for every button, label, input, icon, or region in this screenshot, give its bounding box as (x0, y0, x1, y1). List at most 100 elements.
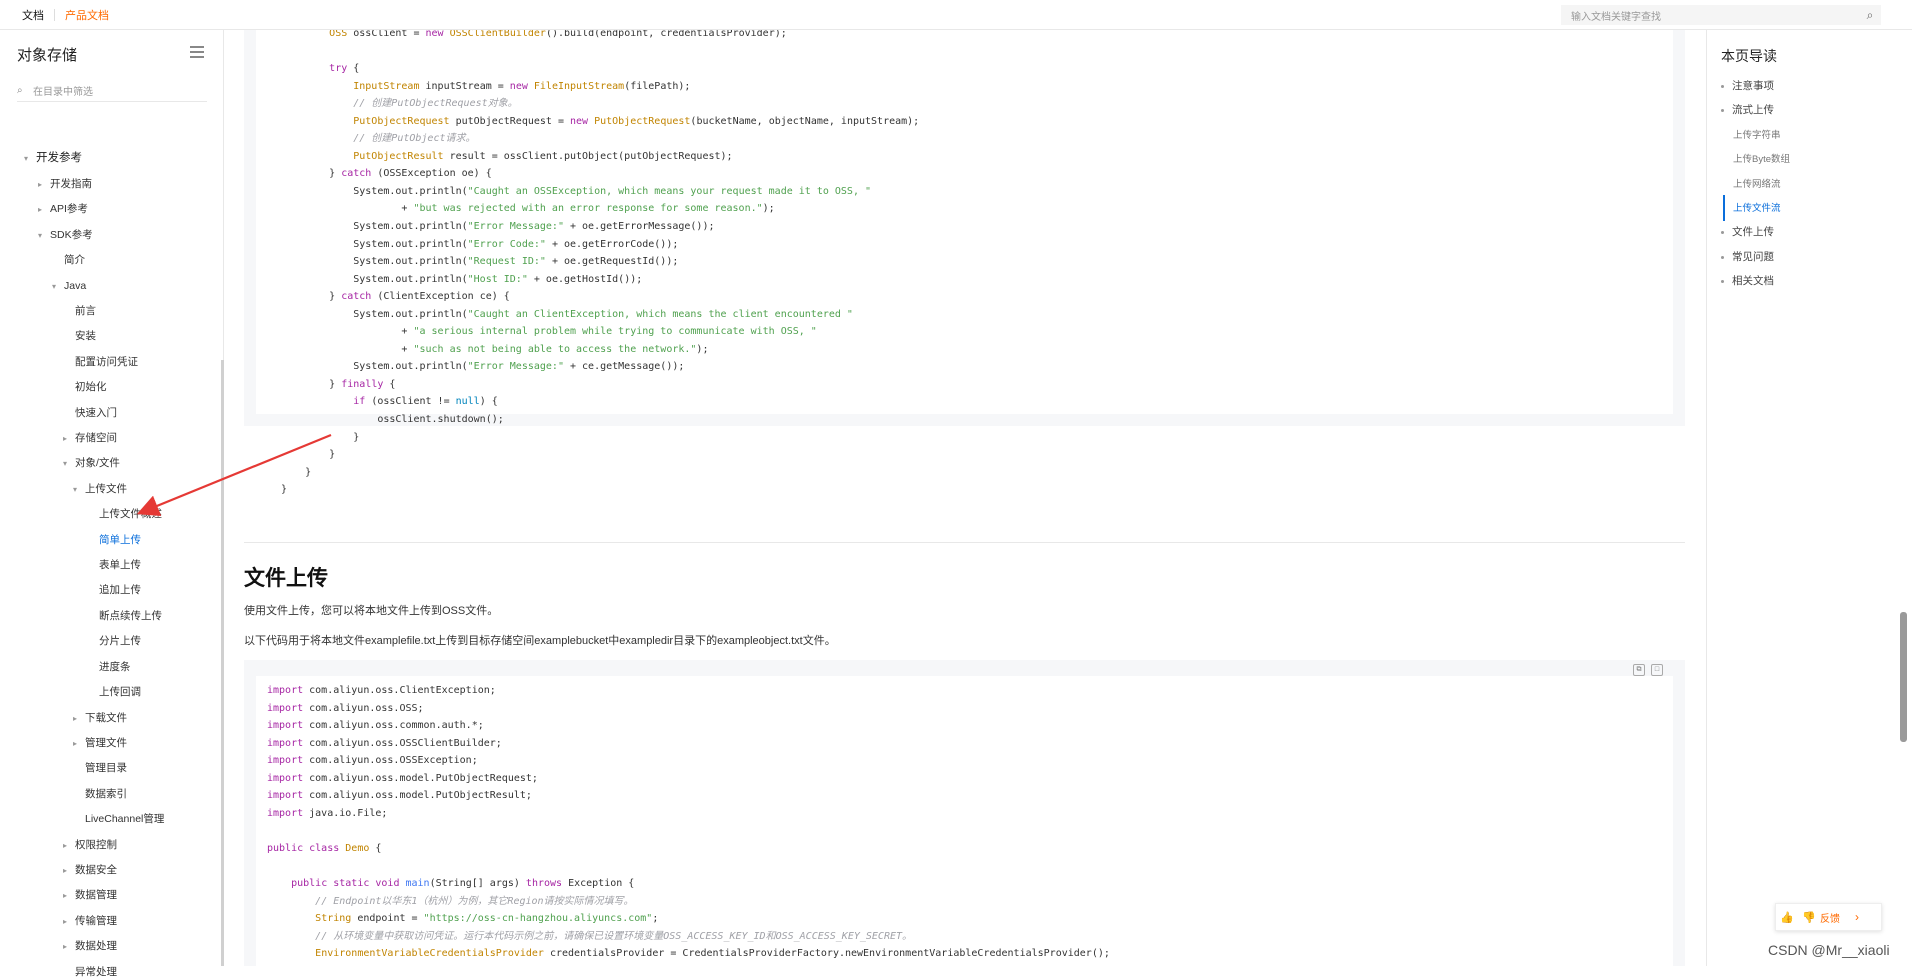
sidebar-item-label: 上传回调 (99, 686, 141, 698)
code-text[interactable]: OSS ossClient = new OSSClientBuilder().b… (281, 30, 919, 499)
sidebar-item-label: SDK参考 (50, 228, 93, 241)
caret-right-icon[interactable]: ▸ (63, 939, 75, 955)
sidebar-item[interactable]: ▾ 上传文件 (73, 481, 127, 497)
toc-item-label: 常见问题 (1732, 250, 1774, 263)
caret-right-icon[interactable]: ▸ (63, 431, 75, 447)
section-code-intro: 以下代码用于将本地文件examplefile.txt上传到目标存储空间examp… (244, 635, 836, 647)
sidebar-item[interactable]: ▸ 权限控制 (63, 837, 117, 853)
sidebar-filter-input[interactable]: ⌕ 在目录中筛选 (17, 80, 207, 102)
sidebar-item[interactable]: 简介 (52, 252, 85, 268)
bullet-icon (1721, 255, 1724, 259)
sidebar-item[interactable]: 管理目录 (73, 760, 127, 776)
toc-item[interactable]: 流式上传 (1721, 102, 1774, 117)
sidebar-item[interactable]: 分片上传 (87, 633, 141, 649)
toc-item[interactable]: 相关文档 (1721, 273, 1774, 288)
caret-down-icon[interactable]: ▾ (24, 151, 36, 167)
sidebar-item[interactable]: ▸ API参考 (38, 201, 88, 217)
caret-down-icon[interactable]: ▾ (63, 456, 75, 472)
sidebar-item[interactable]: ▸ 开发指南 (38, 176, 92, 192)
toc-item[interactable]: 上传文件流 (1733, 200, 1781, 214)
sidebar-item-label: 安装 (75, 330, 96, 343)
chevron-right-icon[interactable]: › (1848, 910, 1866, 924)
tab-docs[interactable]: 文档 (0, 7, 54, 23)
sidebar-item[interactable]: 安装 (63, 328, 96, 344)
toc-title: 本页导读 (1721, 48, 1777, 64)
thumbs-up-icon[interactable]: 👍 (1776, 911, 1798, 924)
fullscreen-icon[interactable]: □ (1651, 664, 1663, 676)
toc-item[interactable]: 常见问题 (1721, 249, 1774, 264)
sidebar-item[interactable]: 配置访问凭证 (63, 354, 138, 370)
sidebar-item[interactable]: ▸ 数据管理 (63, 887, 117, 903)
sidebar-item-label: 初始化 (75, 381, 107, 394)
caret-right-icon[interactable]: ▸ (38, 177, 50, 193)
sidebar-item[interactable]: ▸ 下载文件 (73, 710, 127, 726)
sidebar-item-label: 进度条 (99, 660, 131, 673)
sidebar-item[interactable]: 进度条 (87, 659, 131, 675)
feedback-button[interactable]: 反馈 (1820, 910, 1848, 925)
thumbs-down-icon[interactable]: 👎 (1798, 911, 1820, 924)
caret-down-icon[interactable]: ▾ (73, 482, 85, 498)
caret-right-icon[interactable]: ▸ (63, 838, 75, 854)
page-scrollbar[interactable] (1900, 612, 1907, 742)
sidebar-item[interactable]: 前言 (63, 303, 96, 319)
toc-item[interactable]: 上传字符串 (1733, 127, 1781, 141)
sidebar-item[interactable]: 初始化 (63, 379, 107, 395)
sidebar-item-label: 配置访问凭证 (75, 355, 138, 368)
sidebar-item[interactable]: LiveChannel管理 (73, 811, 164, 827)
sidebar-item[interactable]: ▸ 传输管理 (63, 913, 117, 929)
sidebar-item[interactable]: ▾ 对象/文件 (63, 455, 120, 471)
sidebar-item[interactable]: ▾ 开发参考 (24, 150, 82, 166)
sidebar-item[interactable]: 简单上传 (87, 532, 141, 548)
sidebar-item[interactable]: ▾ Java (52, 278, 86, 294)
toc-item[interactable]: 上传Byte数组 (1733, 151, 1790, 165)
copy-icon[interactable]: ⧉ (1633, 664, 1645, 676)
caret-down-icon[interactable]: ▾ (52, 279, 64, 295)
section-divider (244, 542, 1685, 543)
sidebar-item[interactable]: 数据索引 (73, 786, 127, 802)
sidebar-item-label: 表单上传 (99, 559, 141, 571)
code-text[interactable]: import com.aliyun.oss.ClientException; i… (267, 682, 1110, 963)
toc-item-label: 上传Byte数组 (1733, 154, 1791, 166)
sidebar-item[interactable]: 上传文件概述 (87, 506, 162, 522)
menu-icon[interactable] (190, 46, 204, 58)
sidebar-item[interactable]: 追加上传 (87, 582, 141, 598)
toc-item[interactable]: 文件上传 (1721, 224, 1774, 239)
toc-item-label: 流式上传 (1732, 104, 1774, 117)
sidebar-item-label: 开发参考 (36, 152, 82, 164)
sidebar-item[interactable]: ▸ 数据安全 (63, 862, 117, 878)
bullet-icon (1721, 279, 1724, 283)
caret-right-icon[interactable]: ▸ (63, 888, 75, 904)
sidebar-item-label: 前言 (75, 305, 96, 317)
sidebar-item-label: 权限控制 (75, 838, 117, 851)
sidebar-item-label: 上传文件 (85, 482, 127, 495)
caret-right-icon[interactable]: ▸ (63, 863, 75, 879)
toc-item-label: 上传字符串 (1733, 129, 1781, 141)
sidebar-item-label: 简介 (64, 254, 85, 267)
search-icon[interactable]: ⌕ (1859, 8, 1881, 23)
caret-right-icon[interactable]: ▸ (38, 202, 50, 218)
sidebar-item[interactable]: ▸ 存储空间 (63, 430, 117, 446)
search-placeholder: 输入文档关键字查找 (1571, 11, 1661, 23)
toc-item[interactable]: 注意事项 (1721, 78, 1774, 93)
search-input[interactable]: 输入文档关键字查找 ⌕ (1561, 5, 1881, 25)
sidebar-item-label: 分片上传 (99, 635, 141, 648)
toc-item-label: 上传网络流 (1733, 178, 1781, 190)
section-title: 文件上传 (244, 567, 328, 590)
sidebar-item[interactable]: 断点续传上传 (87, 608, 162, 624)
sidebar-item[interactable]: ▸ 数据处理 (63, 938, 117, 954)
sidebar-item[interactable]: 上传回调 (87, 684, 141, 700)
bullet-icon (1721, 84, 1724, 88)
caret-right-icon[interactable]: ▸ (63, 914, 75, 930)
caret-right-icon[interactable]: ▸ (73, 711, 85, 727)
sidebar-item[interactable]: ▾ SDK参考 (38, 227, 93, 243)
sidebar-item[interactable]: 表单上传 (87, 557, 141, 573)
toc-item[interactable]: 上传网络流 (1733, 176, 1781, 190)
caret-down-icon[interactable]: ▾ (38, 228, 50, 244)
top-bar: 文档 产品文档 输入文档关键字查找 ⌕ (0, 0, 1912, 30)
tab-product-docs[interactable]: 产品文档 (55, 7, 119, 23)
page-toc: 本页导读 注意事项流式上传上传字符串上传Byte数组 上传网络流上传文件流文件上传… (1706, 30, 1912, 966)
sidebar-item[interactable]: 快速入门 (63, 405, 117, 421)
sidebar-item-label: 异常处理 (75, 965, 117, 978)
sidebar-item[interactable]: ▸ 管理文件 (73, 735, 127, 751)
caret-right-icon[interactable]: ▸ (73, 736, 85, 752)
